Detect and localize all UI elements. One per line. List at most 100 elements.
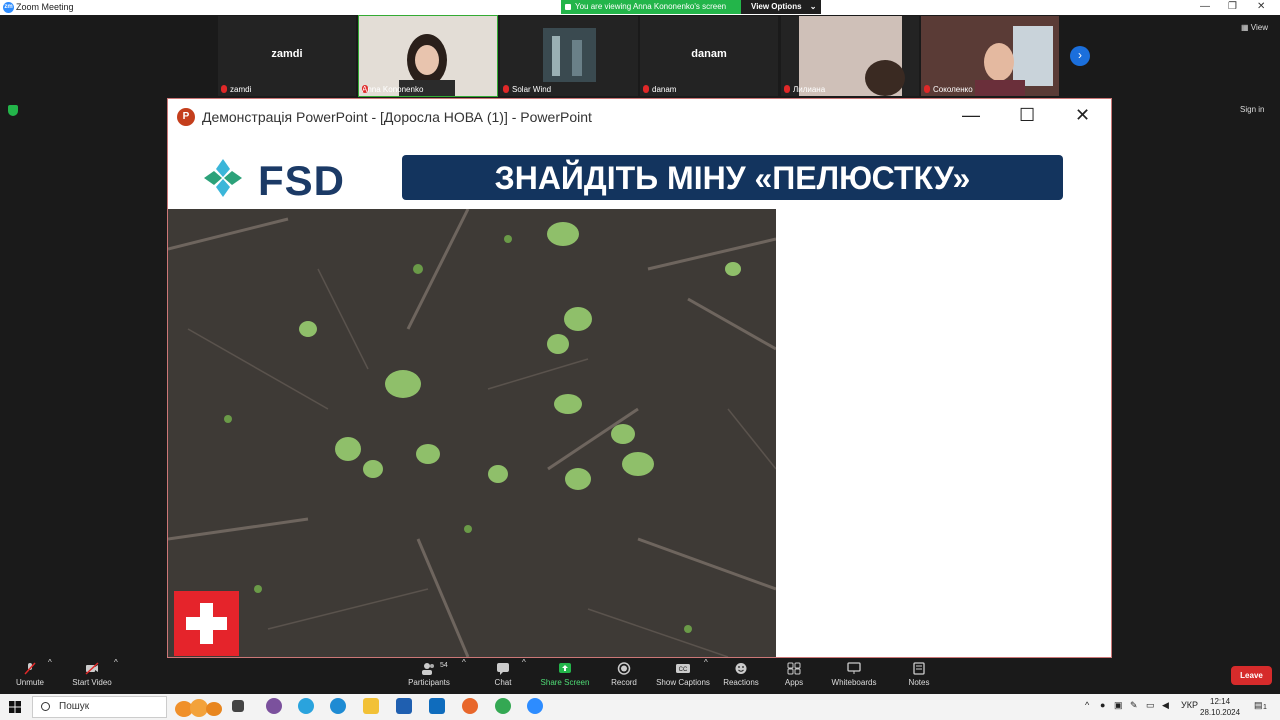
start-video-button[interactable]: Start Video <box>70 658 114 694</box>
audio-options-caret-icon[interactable]: ^ <box>48 658 52 694</box>
share-screen-icon <box>559 663 571 673</box>
record-icon <box>617 662 631 675</box>
powerpoint-window: P Демонстрація PowerPoint - [Доросла НОВ… <box>167 98 1112 658</box>
chat-button[interactable]: Chat <box>488 658 518 694</box>
participant-tile[interactable]: danam danam <box>640 16 778 96</box>
reactions-label: Reactions <box>723 678 759 687</box>
participant-tile[interactable]: zamdi zamdi <box>218 16 356 96</box>
reactions-icon <box>735 663 747 674</box>
chat-icon <box>497 663 509 675</box>
participant-label: danam <box>652 85 677 94</box>
unmute-button[interactable]: Unmute <box>10 658 50 694</box>
view-button-label: View <box>1250 23 1268 32</box>
ppt-minimize-button[interactable]: — <box>962 105 980 126</box>
fsd-logo-text: FSD <box>258 157 345 204</box>
participant-tile[interactable]: Solar Wind <box>500 16 638 96</box>
clock-time: 12:14 <box>1210 697 1231 706</box>
zoom-taskbar-icon[interactable] <box>527 698 543 714</box>
participant-label: Лилиана <box>793 85 826 94</box>
participant-video <box>359 16 497 96</box>
record-button[interactable]: Record <box>608 658 640 694</box>
chat-label: Chat <box>494 678 512 687</box>
firefox-icon[interactable] <box>462 698 478 714</box>
file-explorer-icon[interactable] <box>363 698 379 714</box>
windows-start-icon[interactable] <box>9 701 21 713</box>
chrome-icon[interactable] <box>495 698 511 714</box>
participant-label: Anna Kononenko <box>362 85 424 94</box>
notes-icon <box>913 662 925 675</box>
chevron-down-icon: ⌄ <box>809 2 817 11</box>
video-off-icon <box>85 662 99 675</box>
whiteboards-button[interactable]: Whiteboards <box>828 658 880 694</box>
notes-button[interactable]: Notes <box>904 658 934 694</box>
participants-count: 54 <box>440 662 448 669</box>
restore-button[interactable]: ❐ <box>1228 1 1237 12</box>
share-screen-label: Share Screen <box>540 678 590 687</box>
participants-label: Participants <box>408 678 450 687</box>
record-label: Record <box>611 678 637 687</box>
clipboard-tray-icon[interactable]: ▣ <box>1114 700 1123 711</box>
language-indicator[interactable]: УКР <box>1181 700 1198 710</box>
whiteboard-icon <box>847 662 861 674</box>
participant-tile[interactable]: Лилиана <box>781 16 919 96</box>
mail-icon[interactable] <box>429 698 445 714</box>
start-video-label: Start Video <box>72 678 112 687</box>
volume-tray-icon[interactable]: ◀ <box>1162 700 1169 711</box>
tray-expand-icon[interactable]: ^ <box>1085 700 1089 710</box>
edge-icon[interactable] <box>330 698 346 714</box>
powerpoint-title: Демонстрація PowerPoint - [Доросла НОВА … <box>202 109 592 125</box>
participants-caret-icon[interactable]: ^ <box>462 658 466 694</box>
video-options-caret-icon[interactable]: ^ <box>114 658 118 694</box>
swiss-flag-logo <box>174 591 239 656</box>
svg-text:CC: CC <box>679 667 688 673</box>
participants-icon <box>422 663 434 675</box>
grid-icon: ▦ <box>1241 23 1249 32</box>
telegram-icon[interactable] <box>298 698 314 714</box>
unmute-label: Unmute <box>15 678 44 687</box>
share-banner: You are viewing Anna Kononenko's screen <box>561 0 741 14</box>
pumpkins-icon <box>175 699 222 717</box>
meeting-toolbar: Unmute ^ Start Video ^ Participants 54 ^… <box>0 658 1280 694</box>
reactions-button[interactable]: Reactions <box>722 658 760 694</box>
minimize-button[interactable]: — <box>1200 1 1210 12</box>
pen-tray-icon[interactable]: ✎ <box>1130 700 1138 711</box>
notes-label: Notes <box>908 678 930 687</box>
viber-icon[interactable] <box>266 698 282 714</box>
leave-button[interactable]: Leave <box>1231 666 1272 685</box>
apps-icon <box>787 662 801 675</box>
participant-tile[interactable]: Соколенко <box>921 16 1059 96</box>
window-title: Zoom Meeting <box>16 2 74 12</box>
share-screen-button[interactable]: Share Screen <box>538 658 592 694</box>
taskbar-search-placeholder: Пошук <box>59 701 90 712</box>
close-button[interactable]: ✕ <box>1257 1 1265 12</box>
ppt-maximize-button[interactable]: ☐ <box>1019 105 1035 126</box>
whiteboards-label: Whiteboards <box>831 678 877 687</box>
security-shield-icon[interactable] <box>8 105 18 116</box>
search-icon <box>41 702 50 711</box>
taskbar-search-input[interactable]: Пошук <box>32 696 167 718</box>
captions-icon: CC <box>676 664 690 673</box>
task-view-icon[interactable] <box>232 700 244 712</box>
sign-in-button[interactable]: Sign in <box>1240 105 1264 114</box>
taskbar-clock[interactable]: 12:14 28.10.2024 <box>1200 696 1240 718</box>
apps-button[interactable]: Apps <box>780 658 808 694</box>
apps-label: Apps <box>784 678 804 687</box>
zoom-app-icon: zm <box>3 2 14 13</box>
powerpoint-icon: P <box>177 108 195 126</box>
chat-caret-icon[interactable]: ^ <box>522 658 526 694</box>
windows-taskbar: Пошук ^ ● ▣ ✎ ▭ ◀ УКР 12:14 28.10.2024 ▤… <box>0 694 1280 720</box>
fsd-logo-icon <box>204 159 242 197</box>
view-options-button[interactable]: View Options ⌄ <box>741 0 821 14</box>
store-icon[interactable] <box>396 698 412 714</box>
microphone-tray-icon[interactable]: ● <box>1100 700 1105 710</box>
slide: FSD ЗНАЙДІТЬ МІНУ «ПЕЛЮСТКУ» <box>168 135 1111 657</box>
ppt-close-button[interactable]: ✕ <box>1075 105 1090 126</box>
network-tray-icon[interactable]: ▭ <box>1146 700 1155 711</box>
participant-tile[interactable]: Anna Kononenko <box>358 15 498 97</box>
show-captions-label: Show Captions <box>656 678 710 687</box>
participant-video <box>500 16 638 96</box>
captions-caret-icon[interactable]: ^ <box>704 658 708 694</box>
notifications-icon[interactable]: ▤ <box>1254 700 1263 711</box>
view-button[interactable]: ▦ View <box>1241 23 1268 32</box>
next-page-arrow-icon[interactable]: › <box>1070 46 1090 66</box>
